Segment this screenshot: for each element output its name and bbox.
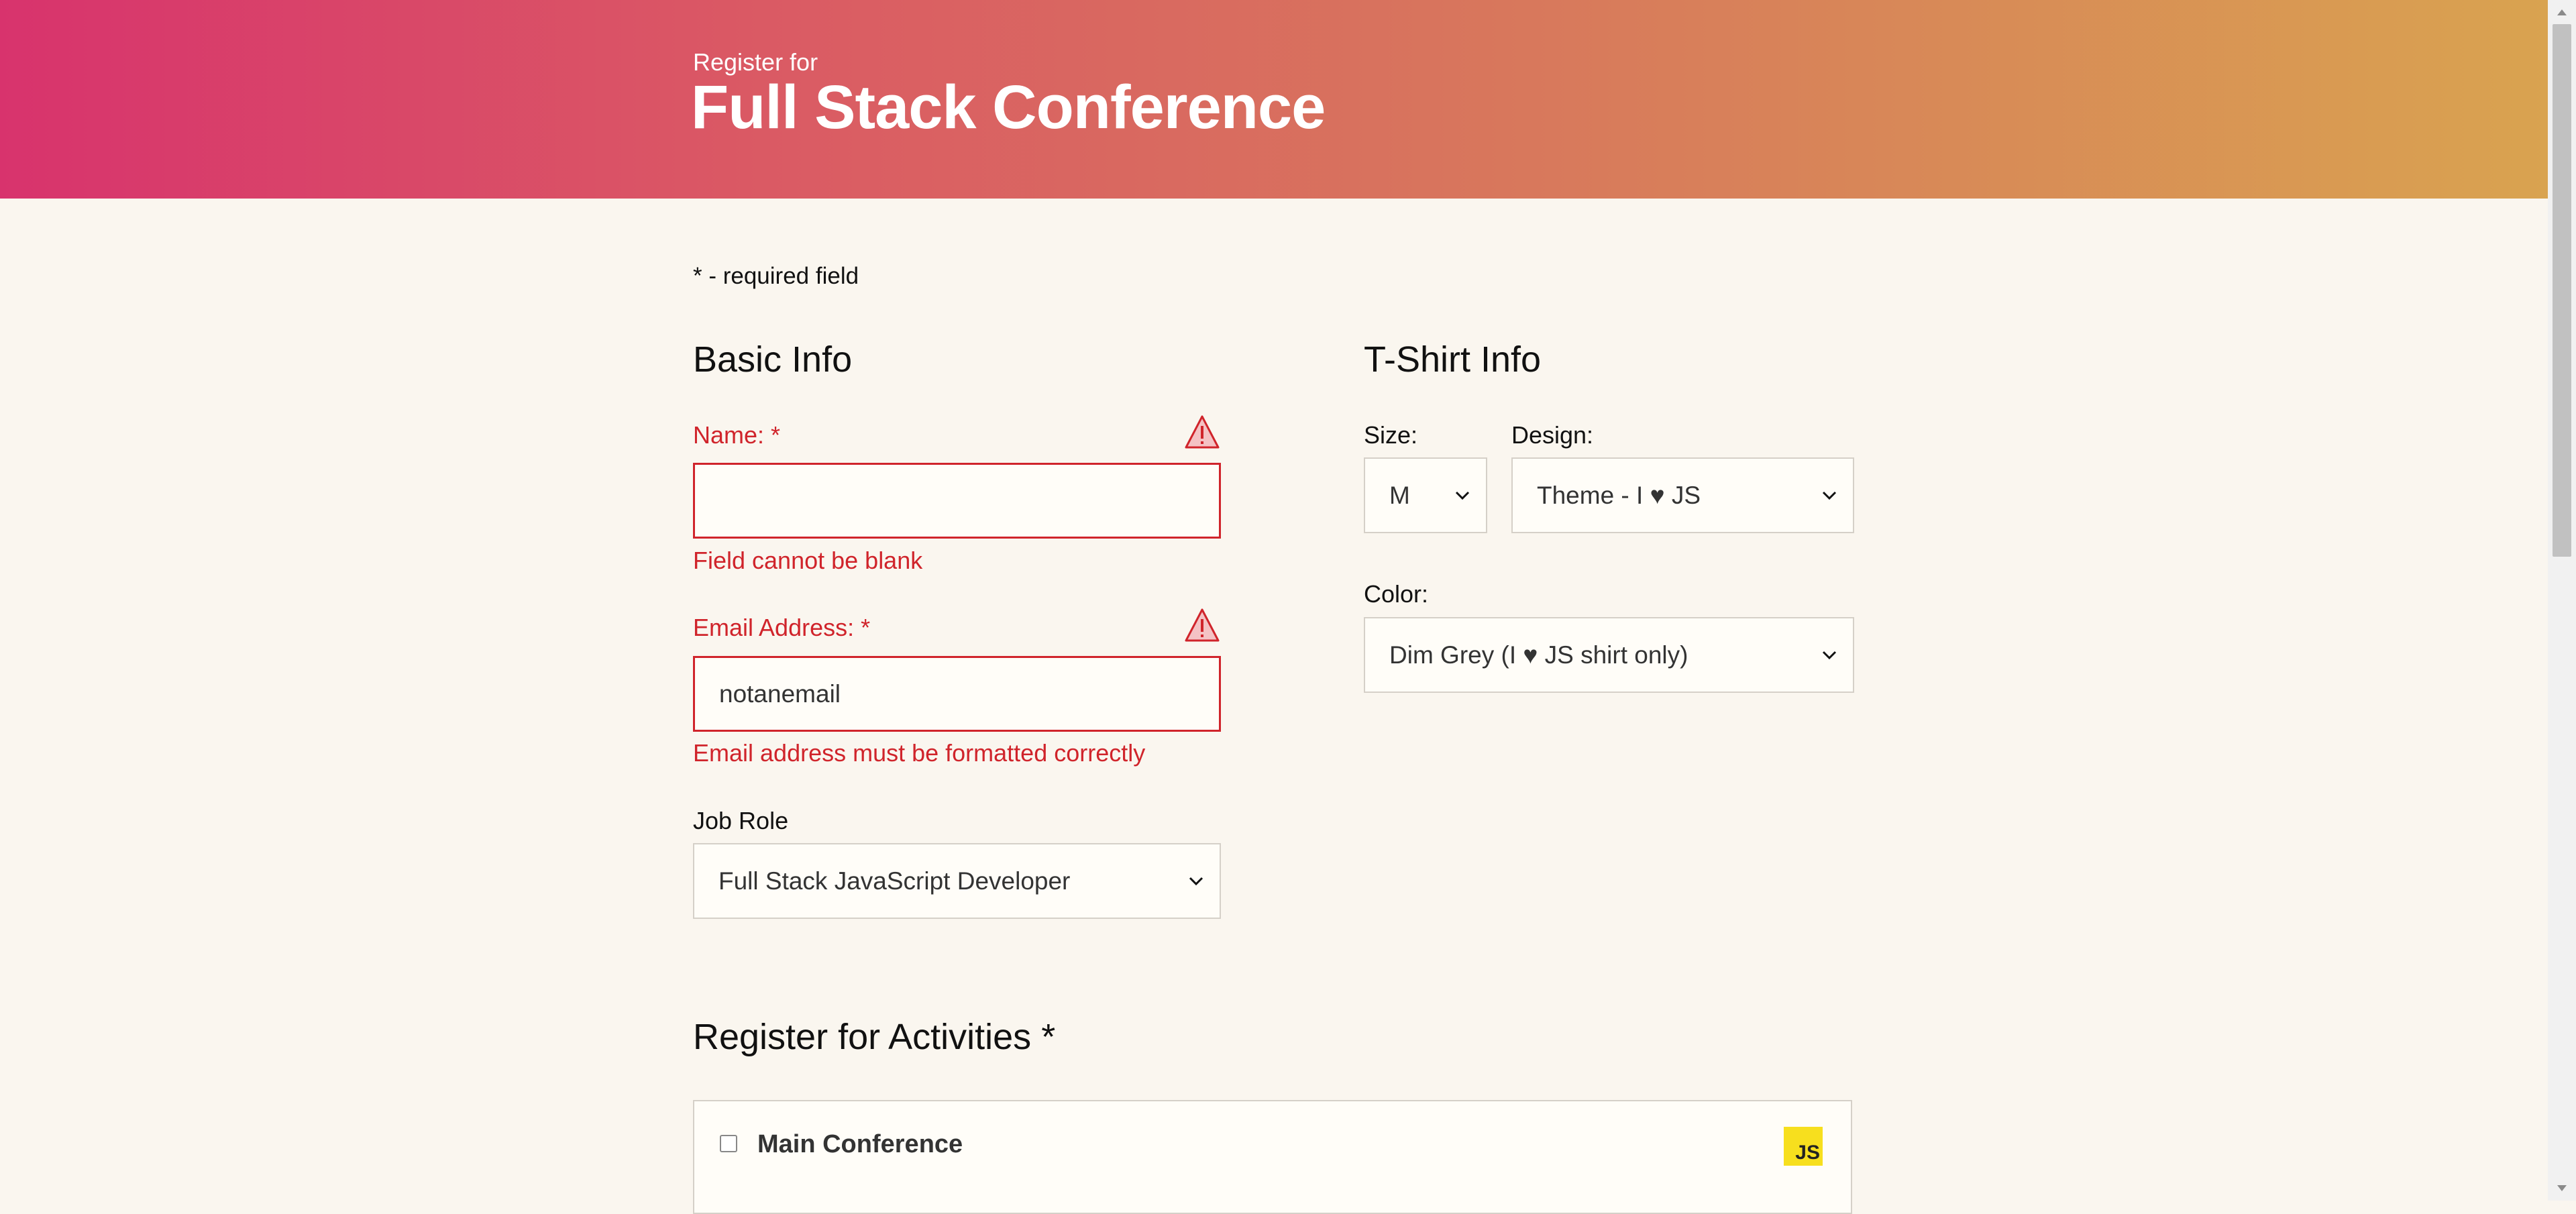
activities-heading: Register for Activities *	[693, 1016, 1055, 1058]
email-input[interactable]: notanemail	[693, 656, 1221, 732]
required-note: * - required field	[693, 263, 859, 289]
design-select[interactable]: Theme - I ♥ JS	[1511, 457, 1854, 533]
email-label-text: Email Address:	[693, 614, 855, 641]
name-label: Name: *	[693, 421, 780, 449]
main-conference-checkbox[interactable]	[720, 1135, 737, 1152]
design-label: Design:	[1511, 421, 1594, 449]
activities-heading-text: Register for Activities	[693, 1017, 1032, 1057]
scrollbar-thumb[interactable]	[2553, 24, 2571, 557]
chevron-down-icon	[1455, 491, 1470, 500]
scroll-down-icon[interactable]	[2555, 1180, 2569, 1195]
name-error: Field cannot be blank	[693, 547, 923, 574]
tshirt-info-heading: T-Shirt Info	[1364, 339, 1542, 380]
js-badge-text: JS	[1795, 1142, 1820, 1164]
required-star: *	[771, 421, 781, 449]
basic-info-heading: Basic Info	[693, 339, 853, 380]
email-label: Email Address: *	[693, 614, 870, 642]
job-role-selected: Full Stack JavaScript Developer	[718, 867, 1071, 895]
vertical-scrollbar[interactable]	[2548, 0, 2576, 1201]
chevron-down-icon	[1822, 651, 1837, 659]
activity-item-main-conference: Main Conference JS	[693, 1100, 1852, 1214]
size-selected: M	[1389, 481, 1410, 509]
page-header: Register for Full Stack Conference	[0, 0, 2548, 199]
name-input[interactable]	[693, 463, 1221, 539]
js-logo-icon: JS	[1784, 1127, 1823, 1166]
email-error: Email address must be formatted correctl…	[693, 739, 1146, 767]
chevron-down-icon	[1189, 877, 1203, 885]
size-select[interactable]: M	[1364, 457, 1487, 533]
design-selected: Theme - I ♥ JS	[1537, 481, 1701, 509]
job-role-select[interactable]: Full Stack JavaScript Developer	[693, 843, 1221, 919]
size-label: Size:	[1364, 421, 1418, 449]
chevron-down-icon	[1822, 491, 1837, 500]
job-role-label: Job Role	[693, 807, 789, 834]
activity-title: Main Conference	[757, 1130, 963, 1158]
color-label: Color:	[1364, 580, 1429, 608]
color-selected: Dim Grey (I ♥ JS shirt only)	[1389, 641, 1688, 669]
scroll-up-icon[interactable]	[2555, 5, 2569, 20]
name-label-text: Name:	[693, 421, 765, 449]
header-title: Full Stack Conference	[691, 73, 1326, 142]
warning-icon	[1185, 415, 1220, 449]
color-select[interactable]: Dim Grey (I ♥ JS shirt only)	[1364, 617, 1854, 693]
required-star: *	[861, 614, 871, 641]
required-star: *	[1041, 1017, 1056, 1057]
warning-icon	[1185, 608, 1220, 642]
